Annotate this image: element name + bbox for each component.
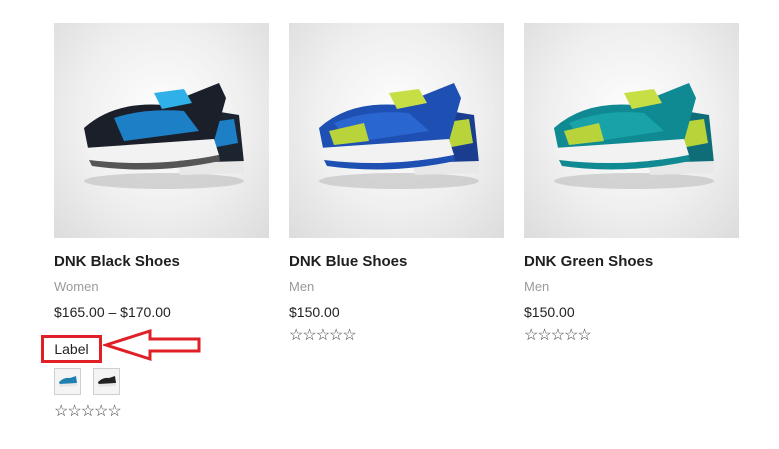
sneaker-thumb-icon	[59, 376, 77, 387]
label-annotation-box[interactable]: Label	[41, 335, 102, 363]
product-image-green-shoes[interactable]	[524, 23, 739, 238]
rating-stars: ☆☆☆☆☆	[289, 327, 357, 344]
product-card-black: DNK Black Shoes Women $165.00 – $170.00	[54, 23, 269, 320]
sneaker-thumb-icon	[98, 376, 116, 387]
product-price: $150.00	[524, 304, 575, 320]
product-price: $150.00	[289, 304, 340, 320]
product-category[interactable]: Men	[289, 279, 504, 295]
rating-stars: ☆☆☆☆☆	[524, 327, 592, 344]
product-title[interactable]: DNK Green Shoes	[524, 253, 739, 271]
product-category[interactable]: Men	[524, 279, 739, 295]
variation-swatch-teal[interactable]	[54, 368, 81, 395]
variation-swatch-black[interactable]	[93, 368, 120, 395]
product-category[interactable]: Women	[54, 279, 269, 295]
product-image-blue-shoes[interactable]	[289, 23, 504, 238]
label-text: Label	[54, 341, 89, 357]
product-card-green: DNK Green Shoes Men $150.00 ☆☆☆☆☆	[524, 23, 739, 344]
product-card-blue: DNK Blue Shoes Men $150.00 ☆☆☆☆☆	[289, 23, 504, 344]
product-image-black-shoes[interactable]	[54, 23, 269, 238]
rating-stars: ☆☆☆☆☆	[54, 403, 122, 420]
product-title[interactable]: DNK Blue Shoes	[289, 253, 504, 271]
product-price: $165.00 – $170.00	[54, 304, 171, 320]
product-title[interactable]: DNK Black Shoes	[54, 253, 269, 271]
left-arrow-icon	[103, 328, 201, 362]
